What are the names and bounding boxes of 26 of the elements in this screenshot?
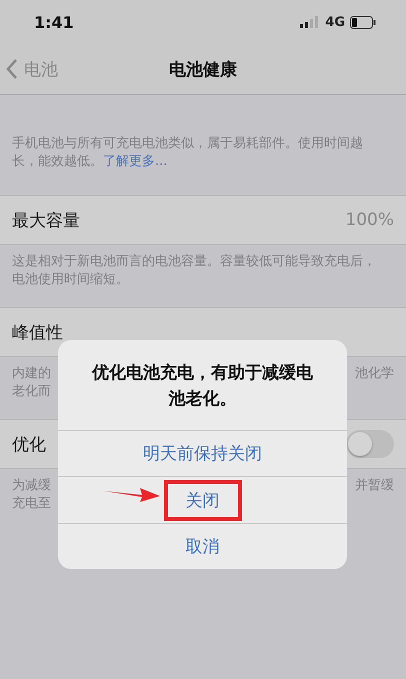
section-footer: 这是相对于新电池而言的电池容量。容量较低可能导致充电后，电池使用时间缩短。: [0, 245, 406, 307]
footer-text: 为减缓: [12, 477, 51, 495]
dialog-button[interactable]: 关闭: [164, 480, 242, 520]
clock: 1:41: [34, 12, 74, 32]
network-label: 4G: [325, 14, 345, 30]
dialog-title: 优化电池充电，有助于减缓电池老化。: [90, 362, 314, 411]
footer-text: 老化而: [12, 383, 51, 401]
row-label: 最大容量: [12, 210, 80, 232]
row-label: 优化: [12, 434, 46, 456]
row-value: 100%: [345, 210, 394, 230]
chevron-left-icon: [6, 59, 18, 79]
signal-icon: [300, 16, 320, 28]
row-label: 峰值性: [12, 322, 63, 344]
battery-icon: [350, 16, 376, 28]
dialog-button[interactable]: 取消: [58, 523, 347, 569]
intro-text: 手机电池与所有可充电电池类似，属于易耗部件。使用时间越长，能效越低。了解更多...: [11, 135, 364, 171]
footer-text: 内建的: [12, 365, 51, 383]
learn-more-link[interactable]: 了解更多...: [103, 154, 168, 169]
toggle-switch[interactable]: [346, 430, 394, 458]
page-title: 电池健康: [169, 60, 237, 80]
footer-text: 并暂缓: [355, 477, 394, 495]
back-button[interactable]: 电池: [0, 56, 64, 82]
footer-text: 池化学: [355, 365, 394, 383]
arrow-icon: [104, 486, 160, 502]
footer-text: 充电至: [12, 495, 51, 513]
dialog-button[interactable]: 明天前保持关闭: [58, 430, 347, 476]
